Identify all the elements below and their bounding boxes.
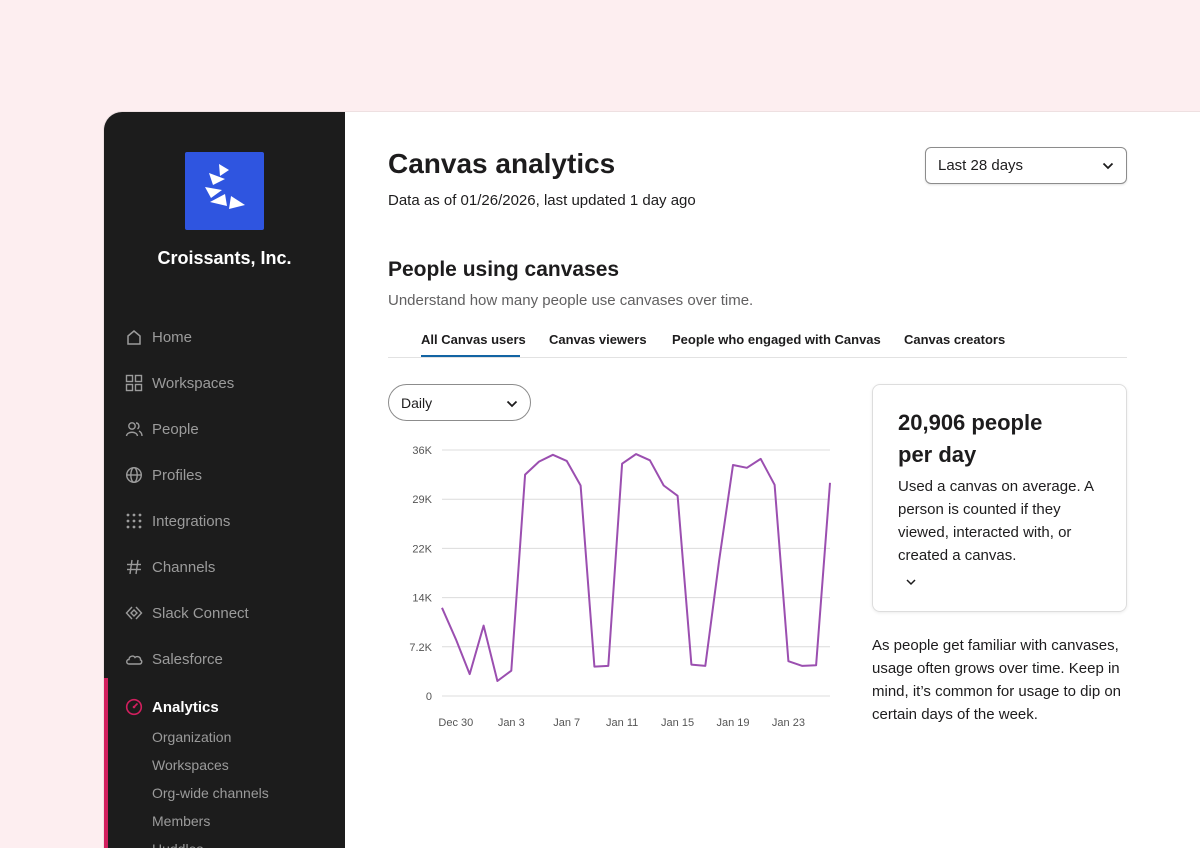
globe-icon [124,465,144,485]
stat-value: 20,906 people per day [898,410,1043,467]
analytics-subnav: Organization Workspaces Org-wide channel… [152,724,269,848]
subnav-item-org-wide-channels[interactable]: Org-wide channels [152,780,269,808]
page-title: Canvas analytics [388,148,616,179]
granularity-value: Daily [401,394,433,411]
x-tick-label: Jan 19 [716,717,749,729]
data-freshness-text: Data as of 01/26/2026, last updated 1 da… [388,192,696,209]
active-section-indicator [104,678,108,848]
y-tick-label: 7.2K [409,642,432,654]
active-tab-underline [421,355,520,357]
metric-tabs: All Canvas users Canvas viewers People w… [388,322,1127,358]
chevron-down-icon [506,395,518,411]
tab-people-engaged[interactable]: People who engaged with Canvas [672,332,881,347]
section-title: People using canvases [388,258,620,281]
gauge-icon [124,697,144,717]
stat-card: 20,906 people per day Used a canvas on a… [872,384,1127,612]
date-range-select[interactable]: Last 28 days [925,147,1127,184]
sidebar-item-label: Workspaces [152,374,235,392]
x-tick-label: Jan 23 [772,717,805,729]
tab-canvas-viewers[interactable]: Canvas viewers [549,332,647,347]
org-name: Croissants, Inc. [157,248,292,268]
app-window: Croissants, Inc. Home Workspaces People … [104,112,1200,848]
sidebar-item-label: Analytics [152,698,219,716]
granularity-select[interactable]: Daily [388,384,531,421]
sidebar-item-label: Integrations [152,512,231,530]
tab-all-canvas-users[interactable]: All Canvas users [421,332,526,347]
y-tick-label: 14K [412,593,432,605]
y-tick-label: 22K [412,543,432,555]
y-tick-label: 36K [412,445,432,457]
section-subtitle: Understand how many people use canvases … [388,292,754,309]
connect-icon [124,603,144,623]
hash-icon [124,557,144,577]
sidebar-item-label: People [152,420,199,438]
sidebar-item-profiles[interactable]: Profiles [124,452,334,498]
sidebar-item-home[interactable]: Home [124,314,334,360]
sidebar-nav: Home Workspaces People Profiles Integrat… [124,314,334,730]
sidebar: Croissants, Inc. Home Workspaces People … [104,112,345,848]
cloud-icon [124,649,144,669]
sidebar-item-channels[interactable]: Channels [124,544,334,590]
sidebar-item-label: Channels [152,558,216,576]
usage-note: As people get familiar with canvases, us… [872,637,1122,723]
subnav-item-organization[interactable]: Organization [152,724,269,752]
tab-canvas-creators[interactable]: Canvas creators [904,332,1005,347]
people-icon [124,419,144,439]
sidebar-item-label: Profiles [152,466,203,484]
chevron-down-icon [1102,157,1114,174]
sidebar-item-label: Home [152,328,193,346]
subnav-item-huddles[interactable]: Huddles [152,836,269,848]
sidebar-item-label: Slack Connect [152,604,249,622]
x-tick-label: Jan 3 [498,717,525,729]
grid-icon [124,373,144,393]
home-icon [124,327,144,347]
stat-description: Used a canvas on average. A person is co… [898,478,1094,564]
x-tick-label: Jan 11 [606,717,638,729]
dots-grid-icon [124,511,144,531]
x-tick-label: Jan 7 [553,717,580,729]
org-logo[interactable] [185,152,264,230]
subnav-item-workspaces[interactable]: Workspaces [152,752,269,780]
x-tick-label: Jan 15 [661,717,694,729]
date-range-value: Last 28 days [938,157,1024,174]
usage-line-chart: 36K 29K 22K 14K 7.2K 0 Dec 30 Jan 3 Jan 7 Jan 11 J… [409,445,831,729]
y-tick-label: 29K [412,494,432,506]
expand-chevron-icon[interactable] [906,573,1101,591]
sidebar-item-salesforce[interactable]: Salesforce [124,636,334,682]
subnav-item-members[interactable]: Members [152,808,269,836]
sidebar-item-label: Salesforce [152,650,223,668]
sidebar-item-people[interactable]: People [124,406,334,452]
sidebar-item-slack-connect[interactable]: Slack Connect [124,590,334,636]
sidebar-item-workspaces[interactable]: Workspaces [124,360,334,406]
croissant-icon [205,164,245,209]
y-tick-label: 0 [426,691,432,703]
sidebar-item-integrations[interactable]: Integrations [124,498,334,544]
x-tick-label: Dec 30 [438,717,473,729]
main-content: Canvas analytics Data as of 01/26/2026, … [345,112,1200,848]
